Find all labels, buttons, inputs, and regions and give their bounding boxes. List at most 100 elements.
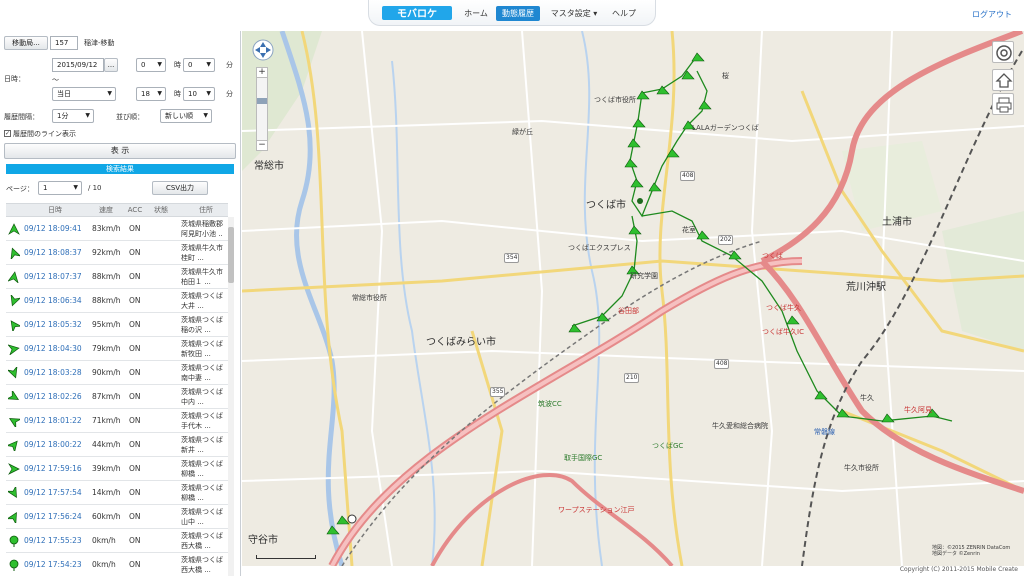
nav-history[interactable]: 動態履歴 bbox=[496, 6, 540, 21]
table-scrollbar[interactable] bbox=[228, 217, 234, 576]
row-time[interactable]: 09/12 18:03:28 bbox=[24, 368, 82, 377]
row-address-line1: 茨城県つくば bbox=[181, 412, 223, 420]
nav-help[interactable]: ヘルプ bbox=[606, 6, 642, 21]
col-address[interactable]: 住所 bbox=[186, 204, 226, 216]
pan-arrows-icon[interactable] bbox=[252, 39, 274, 61]
row-time[interactable]: 09/12 17:56:24 bbox=[24, 512, 82, 521]
direction-arrow-icon[interactable] bbox=[8, 463, 20, 475]
map-layer-button[interactable] bbox=[992, 41, 1014, 63]
row-speed: 87km/h bbox=[92, 392, 121, 401]
to-hour-select[interactable]: 18 ▼ bbox=[136, 87, 166, 101]
from-minute-select[interactable]: 0 ▼ bbox=[183, 58, 215, 72]
map-view[interactable]: つくば市 つくばみらい市 常総市 土浦市 荒川沖駅 守谷市 つくば市役所 常総市… bbox=[242, 31, 1024, 566]
table-row[interactable]: 09/12 18:00:22 44km/h ON 茨城県つくば 新井 ... bbox=[6, 433, 228, 457]
row-time[interactable]: 09/12 17:59:16 bbox=[24, 464, 82, 473]
row-address: 茨城県つくば 南中妻 ... bbox=[181, 363, 228, 383]
row-time[interactable]: 09/12 17:55:23 bbox=[24, 536, 82, 545]
stop-pin-icon[interactable] bbox=[8, 559, 20, 571]
table-row[interactable]: 09/12 18:05:32 95km/h ON 茨城県つくば 稲の沢 ... bbox=[6, 313, 228, 337]
direction-arrow-icon[interactable] bbox=[8, 295, 20, 307]
interval-select[interactable]: 1分 ▼ bbox=[52, 109, 94, 123]
page-select[interactable]: 1 ▼ bbox=[38, 181, 82, 195]
sort-label: 並び順： bbox=[116, 113, 144, 121]
direction-arrow-icon[interactable] bbox=[8, 367, 20, 379]
row-time[interactable]: 09/12 18:06:34 bbox=[24, 296, 82, 305]
nav-master-settings[interactable]: マスタ設定 ▾ bbox=[544, 6, 604, 21]
print-button[interactable] bbox=[992, 93, 1014, 115]
direction-arrow-icon[interactable] bbox=[8, 511, 20, 523]
zoom-in-button[interactable]: + bbox=[257, 68, 267, 78]
table-row[interactable]: 09/12 18:03:28 90km/h ON 茨城県つくば 南中妻 ... bbox=[6, 361, 228, 385]
show-button[interactable]: 表 示 bbox=[4, 143, 236, 159]
vehicle-select-button[interactable]: 移動局... bbox=[4, 36, 48, 50]
col-datetime[interactable]: 日時 bbox=[24, 204, 86, 216]
row-time[interactable]: 09/12 18:04:30 bbox=[24, 344, 82, 353]
row-time[interactable]: 09/12 17:54:23 bbox=[24, 560, 82, 569]
table-row[interactable]: 09/12 18:08:37 92km/h ON 茨城県牛久市 桂町 ... bbox=[6, 241, 228, 265]
row-time[interactable]: 09/12 18:01:22 bbox=[24, 416, 82, 425]
to-date-select[interactable]: 当日 ▼ bbox=[52, 87, 116, 101]
route-number: 354 bbox=[504, 253, 520, 263]
row-acc: ON bbox=[129, 440, 141, 449]
direction-arrow-icon[interactable] bbox=[8, 391, 20, 403]
table-row[interactable]: 09/12 17:57:54 14km/h ON 茨城県つくば 柳橋 ... bbox=[6, 481, 228, 505]
scrollbar-thumb[interactable] bbox=[228, 227, 234, 283]
calendar-button[interactable]: ... bbox=[104, 58, 118, 72]
direction-arrow-icon[interactable] bbox=[8, 223, 20, 235]
col-acc[interactable]: ACC bbox=[124, 204, 146, 216]
table-row[interactable]: 09/12 18:01:22 71km/h ON 茨城県つくば 手代木 ... bbox=[6, 409, 228, 433]
row-time[interactable]: 09/12 17:57:54 bbox=[24, 488, 82, 497]
row-acc: ON bbox=[129, 560, 141, 569]
table-row[interactable]: 09/12 18:04:30 79km/h ON 茨城県つくば 新牧田 ... bbox=[6, 337, 228, 361]
row-time[interactable]: 09/12 18:08:37 bbox=[24, 248, 82, 257]
from-date-field[interactable]: 2015/09/12 bbox=[52, 58, 104, 72]
row-acc: ON bbox=[129, 392, 141, 401]
row-time[interactable]: 09/12 18:05:32 bbox=[24, 320, 82, 329]
results-header: 検索結果 bbox=[6, 164, 234, 174]
direction-arrow-icon[interactable] bbox=[8, 247, 20, 259]
from-hour-select[interactable]: 0 ▼ bbox=[136, 58, 166, 72]
table-row[interactable]: 09/12 18:06:34 88km/h ON 茨城県つくば 大井 ... bbox=[6, 289, 228, 313]
table-row[interactable]: 09/12 17:56:24 60km/h ON 茨城県つくば 山中 ... bbox=[6, 505, 228, 529]
zoom-out-button[interactable]: − bbox=[257, 140, 267, 150]
table-row[interactable]: 09/12 18:07:37 88km/h ON 茨城県牛久市 柏田１ ... bbox=[6, 265, 228, 289]
zoom-slider[interactable]: + − bbox=[256, 67, 268, 151]
stop-pin-icon[interactable] bbox=[8, 535, 20, 547]
direction-arrow-icon[interactable] bbox=[8, 319, 20, 331]
direction-arrow-icon[interactable] bbox=[8, 271, 20, 283]
row-address-line1: 茨城県つくば bbox=[181, 484, 223, 492]
vehicle-id-field[interactable]: 157 bbox=[50, 36, 78, 50]
row-acc: ON bbox=[129, 272, 141, 281]
col-speed[interactable]: 速度 bbox=[88, 204, 124, 216]
line-display-checkbox[interactable]: ✓ bbox=[4, 130, 11, 137]
table-row[interactable]: 09/12 18:02:26 87km/h ON 茨城県つくば 中内 ... bbox=[6, 385, 228, 409]
row-time[interactable]: 09/12 18:07:37 bbox=[24, 272, 82, 281]
table-row[interactable]: 09/12 17:54:23 0km/h ON 茨城県つくば 西大橋 ... bbox=[6, 553, 228, 576]
pan-control[interactable] bbox=[252, 39, 274, 61]
logout-link[interactable]: ログアウト bbox=[972, 9, 1012, 20]
sort-select[interactable]: 新しい順 ▼ bbox=[160, 109, 212, 123]
direction-arrow-icon[interactable] bbox=[8, 487, 20, 499]
zoom-handle[interactable] bbox=[257, 98, 267, 104]
app-logo[interactable]: モバロケ bbox=[382, 4, 452, 22]
home-button[interactable] bbox=[992, 69, 1014, 91]
row-time[interactable]: 09/12 18:00:22 bbox=[24, 440, 82, 449]
row-speed: 71km/h bbox=[92, 416, 121, 425]
minute-unit-label-2: 分 bbox=[226, 90, 233, 98]
table-row[interactable]: 09/12 18:09:41 83km/h ON 茨城県稲敷郡 阿見町小池 .. bbox=[6, 217, 228, 241]
hour-unit-label-2: 時 bbox=[174, 90, 181, 98]
nav-home[interactable]: ホーム bbox=[458, 6, 494, 21]
row-time[interactable]: 09/12 18:09:41 bbox=[24, 224, 82, 233]
direction-arrow-icon[interactable] bbox=[8, 439, 20, 451]
label-golf-tsukuba-cc: 筑波CC bbox=[538, 400, 562, 408]
direction-arrow-icon[interactable] bbox=[8, 415, 20, 427]
row-time[interactable]: 09/12 18:02:26 bbox=[24, 392, 82, 401]
row-speed: 0km/h bbox=[92, 560, 116, 569]
col-status[interactable]: 状態 bbox=[148, 204, 174, 216]
direction-arrow-icon[interactable] bbox=[8, 343, 20, 355]
csv-export-button[interactable]: CSV出力 bbox=[152, 181, 208, 195]
table-row[interactable]: 09/12 17:55:23 0km/h ON 茨城県つくば 西大橋 ... bbox=[6, 529, 228, 553]
to-minute-select[interactable]: 10 ▼ bbox=[183, 87, 215, 101]
table-row[interactable]: 09/12 17:59:16 39km/h ON 茨城県つくば 柳橋 ... bbox=[6, 457, 228, 481]
label-midorigaoka: 緑が丘 bbox=[512, 128, 533, 136]
